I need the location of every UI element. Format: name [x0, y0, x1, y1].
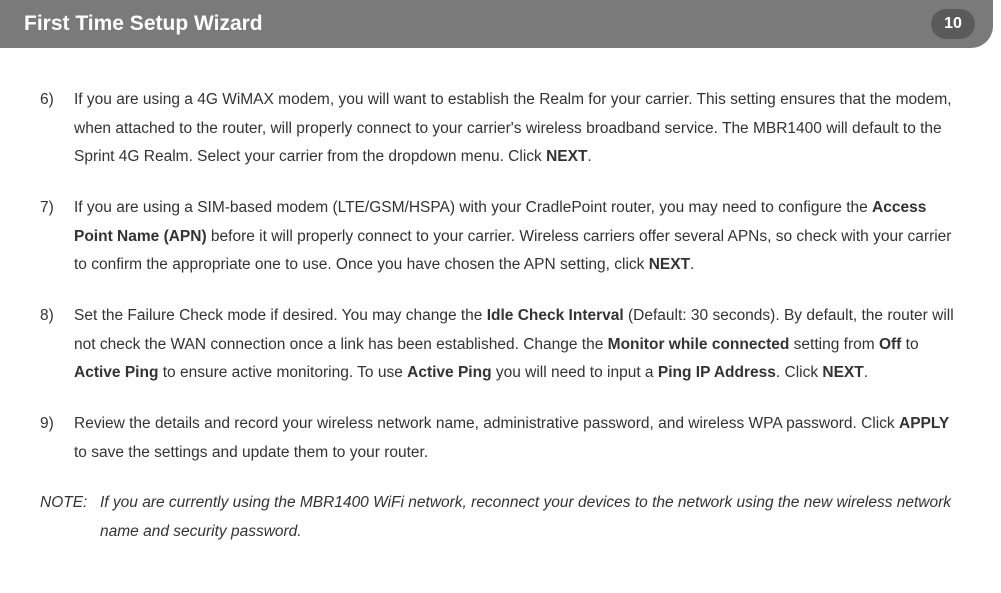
- note: NOTE: If you are currently using the MBR…: [40, 489, 961, 546]
- step-number: 7): [40, 194, 74, 280]
- step-text: If you are using a SIM-based modem (LTE/…: [74, 194, 961, 280]
- step-9: 9) Review the details and record your wi…: [40, 410, 961, 467]
- step-6: 6) If you are using a 4G WiMAX modem, yo…: [40, 86, 961, 172]
- note-text: If you are currently using the MBR1400 W…: [100, 489, 961, 546]
- step-number: 6): [40, 86, 74, 172]
- step-7: 7) If you are using a SIM-based modem (L…: [40, 194, 961, 280]
- step-number: 9): [40, 410, 74, 467]
- step-text: If you are using a 4G WiMAX modem, you w…: [74, 86, 961, 172]
- page-number-badge: 10: [931, 9, 975, 39]
- step-text: Review the details and record your wirel…: [74, 410, 961, 467]
- page-title: First Time Setup Wizard: [24, 12, 263, 36]
- page-content: 6) If you are using a 4G WiMAX modem, yo…: [0, 48, 1001, 567]
- step-text: Set the Failure Check mode if desired. Y…: [74, 302, 961, 388]
- note-label: NOTE:: [40, 489, 100, 546]
- page-header: First Time Setup Wizard 10: [0, 0, 993, 48]
- step-number: 8): [40, 302, 74, 388]
- step-8: 8) Set the Failure Check mode if desired…: [40, 302, 961, 388]
